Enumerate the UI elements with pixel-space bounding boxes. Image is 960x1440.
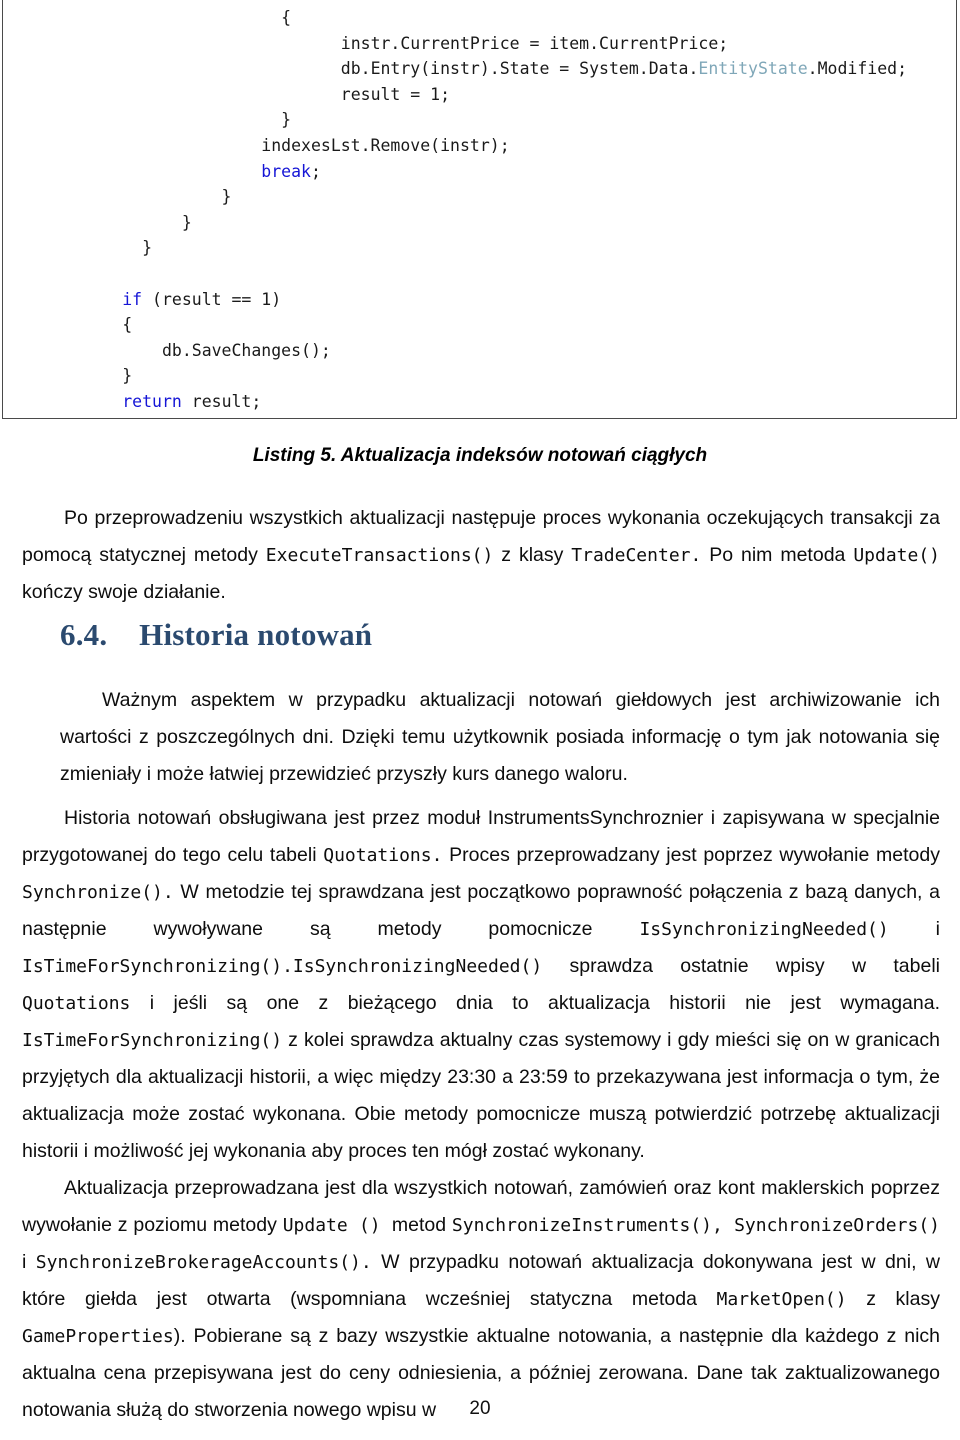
text-run: metod bbox=[391, 1214, 452, 1236]
code-line: return result; bbox=[3, 392, 261, 411]
code-text: db.Entry(instr).State = System.Data. bbox=[340, 59, 699, 79]
text-run: sprawdza ostatnie wpisy w tabeli bbox=[542, 955, 940, 977]
section-title: Historia notowań bbox=[139, 617, 373, 652]
section-heading: 6.4. Historia notowań bbox=[60, 617, 372, 653]
code-text: } bbox=[82, 418, 92, 419]
code-inline: SynchronizeInstruments(), SynchronizeOrd… bbox=[451, 1215, 940, 1236]
heading-gap bbox=[107, 617, 139, 652]
code-listing-box: { instr.CurrentPrice = item.CurrentPrice… bbox=[2, 0, 957, 419]
code-inline: IsTimeForSynchronizing() bbox=[22, 1030, 283, 1051]
listing-caption: Listing 5. Aktualizacja indeksów notowań… bbox=[252, 445, 708, 466]
code-inline: IsSynchronizingNeeded() bbox=[639, 919, 889, 940]
text-run: i bbox=[22, 1251, 36, 1273]
code-text: } bbox=[221, 187, 232, 207]
code-inline: Synchronize(). bbox=[22, 882, 174, 903]
code-keyword: return bbox=[122, 391, 182, 411]
text-run: z klasy bbox=[493, 544, 572, 566]
code-line: } bbox=[3, 110, 291, 129]
code-line: } bbox=[3, 418, 92, 419]
code-inline: MarketOpen() bbox=[716, 1289, 847, 1310]
code-text: db.SaveChanges(); bbox=[161, 340, 331, 360]
code-inline: Quotations bbox=[22, 993, 131, 1014]
code-inline: SynchronizeBrokerageAccounts(). bbox=[35, 1252, 372, 1273]
code-line: { bbox=[3, 315, 132, 334]
code-inline: GameProperties bbox=[22, 1326, 174, 1347]
code-text: { bbox=[122, 315, 133, 335]
code-line: } bbox=[3, 238, 152, 257]
code-text: indexesLst.Remove(instr); bbox=[261, 135, 510, 155]
code-text: } bbox=[122, 366, 133, 386]
code-line: instr.CurrentPrice = item.CurrentPrice; bbox=[3, 34, 728, 53]
code-text: result; bbox=[181, 391, 262, 411]
code-text: .Modified; bbox=[807, 59, 908, 79]
code-text: (result == 1) bbox=[142, 289, 282, 309]
section-number: 6.4. bbox=[60, 617, 108, 652]
code-inline: ExecuteTransactions() bbox=[265, 545, 494, 566]
text-run: z klasy bbox=[846, 1288, 940, 1310]
code-inline: IsTimeForSynchronizing().IsSynchronizing… bbox=[22, 956, 543, 977]
text-run: Ważnym aspektem w przypadku aktualizacji… bbox=[60, 689, 940, 785]
code-inline: Quotations. bbox=[323, 845, 443, 866]
text-run: kończy swoje działanie. bbox=[22, 581, 226, 603]
code-inline: TradeCenter. bbox=[571, 545, 702, 566]
code-line: { bbox=[3, 8, 291, 27]
code-text: } bbox=[181, 212, 192, 232]
code-keyword: break bbox=[261, 161, 311, 181]
code-inline: Update() bbox=[853, 545, 941, 566]
code-line: db.Entry(instr).State = System.Data.Enti… bbox=[3, 59, 907, 78]
code-text: instr.CurrentPrice = item.CurrentPrice; bbox=[340, 33, 729, 53]
code-keyword: if bbox=[122, 289, 143, 309]
paragraph-execute-transactions: Po przeprowadzeniu wszystkich aktualizac… bbox=[22, 500, 940, 611]
code-type: EntityState bbox=[698, 59, 808, 79]
text-run: i jeśli są one z bieżącego dnia to aktua… bbox=[130, 992, 940, 1014]
text-run: i bbox=[888, 918, 940, 940]
code-text: } bbox=[281, 110, 292, 130]
code-listing-content: { instr.CurrentPrice = item.CurrentPrice… bbox=[3, 0, 956, 419]
code-line: break; bbox=[3, 162, 321, 181]
code-text: { bbox=[281, 8, 292, 27]
code-line: if (result == 1) bbox=[3, 290, 281, 309]
page-number: 20 bbox=[469, 1398, 491, 1419]
code-inline: Update () bbox=[282, 1215, 392, 1236]
text-run: Proces przeprowadzany jest poprzez wywoł… bbox=[442, 844, 940, 866]
code-line: result = 1; bbox=[3, 85, 450, 104]
code-line: } bbox=[3, 213, 192, 232]
paragraph-synchronization: Historia notowań obsługiwana jest przez … bbox=[22, 800, 940, 1170]
code-text: result = 1; bbox=[340, 84, 451, 104]
code-line: } bbox=[3, 366, 132, 385]
code-line: indexesLst.Remove(instr); bbox=[3, 135, 510, 155]
code-text: ; bbox=[310, 161, 321, 181]
paragraph-archiving-intro: Ważnym aspektem w przypadku aktualizacji… bbox=[60, 682, 940, 793]
code-line: } bbox=[3, 187, 232, 207]
paragraph-update-methods: Aktualizacja przeprowadzana jest dla wsz… bbox=[22, 1170, 940, 1429]
code-line: db.SaveChanges(); bbox=[3, 341, 331, 360]
code-text: } bbox=[142, 238, 153, 258]
text-run: Po nim metoda bbox=[701, 544, 854, 566]
